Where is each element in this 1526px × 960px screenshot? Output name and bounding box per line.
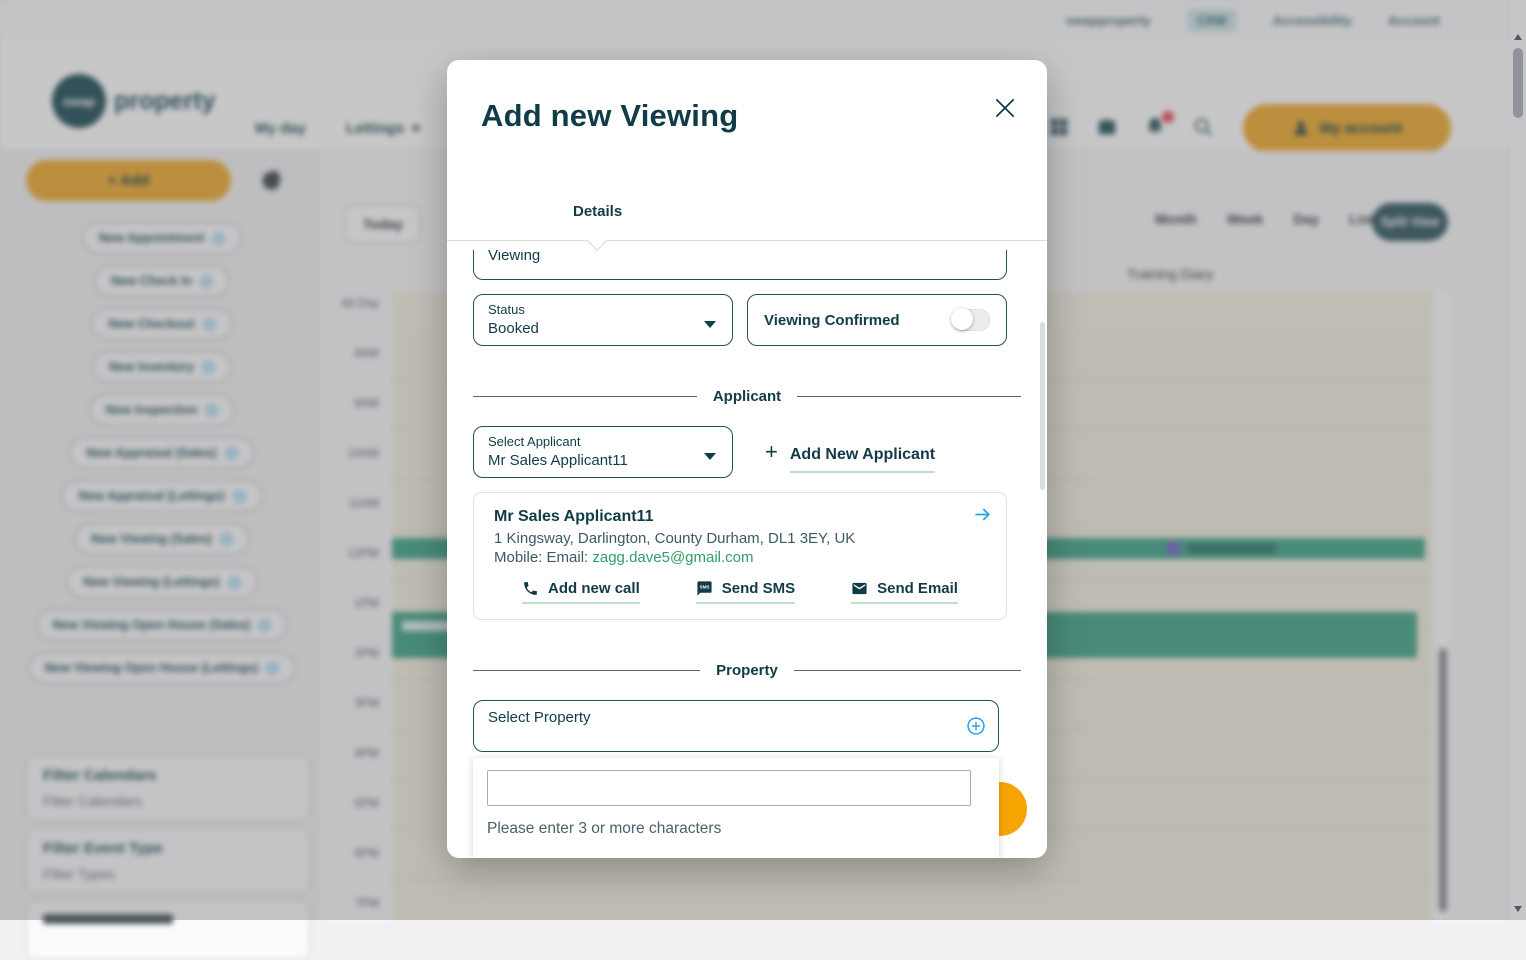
arrow-right-icon[interactable]	[973, 505, 992, 524]
close-icon[interactable]	[987, 90, 1023, 126]
page-scrollbar-thumb[interactable]	[1513, 48, 1523, 118]
sms-icon: SMS	[697, 581, 712, 596]
property-section-label: Property	[716, 661, 778, 679]
viewing-type-value: Viewing	[488, 250, 541, 264]
chevron-down-icon	[704, 321, 716, 328]
plus-circle-icon[interactable]	[966, 716, 986, 736]
scroll-down-arrow-icon[interactable]	[1514, 906, 1522, 912]
chevron-down-icon	[704, 453, 716, 460]
add-new-call-button[interactable]: Add new call	[522, 580, 640, 604]
status-select[interactable]: Status Booked	[473, 294, 733, 346]
property-search-input[interactable]	[487, 770, 971, 806]
property-section-header: Property	[473, 661, 1021, 679]
svg-text:SMS: SMS	[699, 585, 709, 590]
modal-body: Viewing Status Booked Viewing Confirmed …	[447, 250, 1047, 858]
status-value: Booked	[488, 320, 539, 337]
applicant-contact: Mobile: Email: zagg.dave5@gmail.com	[494, 548, 986, 567]
property-search-dropdown: Please enter 3 or more characters	[473, 758, 999, 858]
select-applicant-label: Select Applicant	[488, 434, 581, 449]
applicant-section-label: Applicant	[712, 387, 782, 405]
viewing-type-field[interactable]: Viewing	[473, 250, 1007, 280]
applicant-section-header: Applicant	[473, 387, 1021, 405]
viewing-confirmed-toggle[interactable]	[951, 308, 990, 331]
select-property-label: Select Property	[488, 709, 591, 726]
tab-notch	[587, 231, 607, 251]
select-applicant-value: Mr Sales Applicant11	[488, 452, 628, 469]
tab-details[interactable]: Details	[573, 203, 622, 220]
send-sms-label: Send SMS	[721, 580, 796, 597]
send-email-button[interactable]: Send Email	[851, 580, 958, 604]
send-email-label: Send Email	[877, 580, 958, 597]
property-search-hint: Please enter 3 or more characters	[487, 820, 722, 837]
applicant-name: Mr Sales Applicant11	[494, 508, 654, 525]
plus-icon: +	[765, 439, 778, 464]
select-property-field[interactable]: Select Property	[473, 700, 999, 752]
page-scrollbar[interactable]	[1510, 0, 1526, 920]
toggle-knob	[951, 308, 973, 330]
scroll-up-arrow-icon[interactable]	[1514, 34, 1522, 40]
applicant-actions: Add new call SMS Send SMS Send Email	[494, 580, 986, 604]
tab-divider	[447, 240, 1047, 241]
send-sms-button[interactable]: SMS Send SMS	[695, 580, 796, 604]
add-new-viewing-modal: Add new Viewing Details Viewing Status B…	[447, 60, 1047, 858]
contact-prefix: Mobile: Email:	[494, 549, 589, 566]
select-applicant-dropdown[interactable]: Select Applicant Mr Sales Applicant11	[473, 426, 733, 478]
applicant-address: 1 Kingsway, Darlington, County Durham, D…	[494, 530, 856, 547]
applicant-email-link[interactable]: zagg.dave5@gmail.com	[592, 549, 753, 566]
email-icon	[852, 582, 867, 595]
viewing-confirmed-label: Viewing Confirmed	[764, 311, 900, 329]
add-new-applicant-label: Add New Applicant	[789, 446, 936, 473]
phone-icon	[524, 582, 537, 595]
status-label: Status	[488, 302, 525, 317]
add-new-applicant-button[interactable]: + Add New Applicant	[765, 439, 936, 473]
modal-title: Add new Viewing	[481, 98, 739, 133]
viewing-confirmed-field: Viewing Confirmed	[747, 294, 1007, 346]
add-new-call-label: Add new call	[548, 580, 640, 597]
applicant-card: Mr Sales Applicant11 1 Kingsway, Darling…	[473, 492, 1007, 620]
